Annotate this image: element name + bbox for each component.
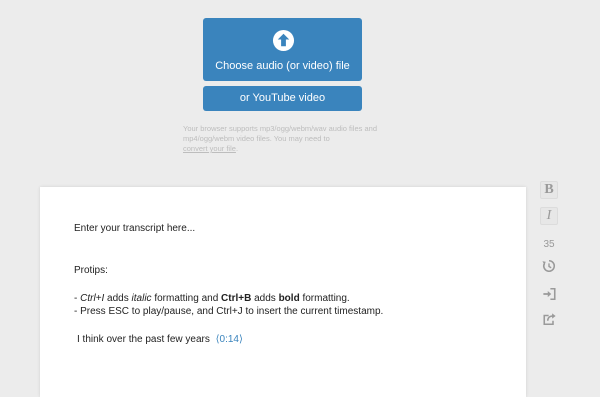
transcript-text: I think over the past few years: [77, 334, 210, 345]
import-button[interactable]: [540, 287, 558, 301]
upload-icon: [272, 29, 295, 52]
export-icon: [542, 313, 556, 326]
convert-file-link[interactable]: convert your file: [183, 144, 236, 153]
speed-value: 35: [543, 239, 555, 250]
tip-mid: formatting and: [151, 293, 222, 304]
tip-adds-1: adds: [104, 293, 132, 304]
bold-text: bold: [278, 293, 300, 304]
history-icon: [542, 259, 555, 273]
history-button[interactable]: [540, 259, 558, 273]
transcript-editor[interactable]: Enter your transcript here... Protips: -…: [40, 187, 526, 397]
italic-text: italic: [131, 293, 152, 304]
timestamp-link[interactable]: ⟨0:14⟩: [216, 334, 243, 345]
export-button[interactable]: [540, 312, 558, 326]
browser-support-note: Your browser supports mp3/ogg/webm/wav a…: [183, 124, 398, 154]
support-end: .: [235, 144, 239, 153]
ctrl-i-text: Ctrl+I: [80, 293, 105, 304]
bold-button[interactable]: B: [540, 181, 558, 199]
transcript-line: I think over the past few years ⟨0:14⟩: [77, 334, 243, 346]
import-icon: [542, 287, 556, 301]
choose-file-label: Choose audio (or video) file: [215, 60, 350, 72]
timestamp-value: 0:14: [219, 334, 239, 345]
italic-button[interactable]: I: [540, 207, 558, 225]
italic-label: I: [540, 207, 558, 225]
protips-heading: Protips:: [74, 265, 108, 276]
bold-label: B: [540, 181, 558, 199]
editor-placeholder-line: Enter your transcript here...: [74, 223, 196, 234]
tip-adds-2: adds: [251, 293, 279, 304]
protip-formatting: - Ctrl+I adds italic formatting and Ctrl…: [74, 293, 350, 305]
protip-shortcuts: - Press ESC to play/pause, and Ctrl+J to…: [74, 306, 384, 317]
ctrl-b-text: Ctrl+B: [221, 293, 252, 304]
youtube-video-label: or YouTube video: [239, 92, 326, 104]
choose-file-button[interactable]: Choose audio (or video) file: [203, 18, 362, 81]
tip-end: formatting.: [299, 293, 350, 304]
support-text: Your browser supports mp3/ogg/webm/wav a…: [183, 124, 377, 143]
youtube-video-button[interactable]: or YouTube video: [203, 86, 362, 111]
